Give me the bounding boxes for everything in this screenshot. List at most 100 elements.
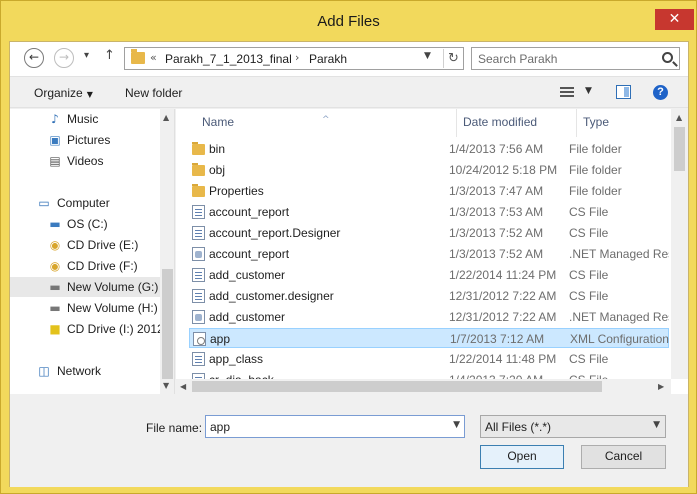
file-row[interactable]: Properties 1/3/2013 7:47 AM File folder [189, 181, 669, 201]
help-icon[interactable]: ? [653, 85, 668, 100]
address-dropdown-icon[interactable]: ▼ [424, 51, 431, 61]
scroll-thumb[interactable] [162, 269, 173, 379]
nav-item-new-volume-g[interactable]: ▬ New Volume (G:) [10, 277, 160, 297]
breadcrumb-item[interactable]: Parakh [309, 52, 347, 66]
file-row[interactable]: account_report.Designer 1/3/2013 7:52 AM C… [189, 223, 669, 243]
chevron-down-icon[interactable]: ▼ [453, 420, 460, 430]
nav-item-music[interactable]: ♪ Music [10, 109, 160, 129]
nav-item-cd-e[interactable]: ◉ CD Drive (E:) [10, 235, 160, 255]
open-button[interactable]: Open [480, 445, 564, 469]
file-type-select[interactable]: All Files (*.*) ▼ [480, 415, 666, 438]
cancel-button[interactable]: Cancel [581, 445, 666, 469]
organize-label: Organize [34, 86, 83, 100]
nav-item-label: Computer [57, 196, 110, 210]
type-cell: .NET Managed Resources File [569, 247, 669, 261]
organize-button[interactable]: Organize ▼ [34, 86, 93, 100]
search-icon[interactable] [662, 52, 673, 63]
file-name-cell: app_class [209, 352, 264, 366]
file-row[interactable]: bin 1/4/2013 7:56 AM File folder [189, 139, 669, 159]
preview-pane-icon[interactable] [616, 85, 631, 99]
file-row[interactable]: add_customer 12/31/2012 7:22 AM .NET Manag… [189, 307, 669, 327]
scroll-left-icon[interactable]: ◀ [180, 382, 186, 391]
change-view-icon[interactable] [560, 87, 574, 98]
file-name-cell: add_customer [209, 310, 286, 324]
nav-item-network[interactable]: ◫ Network [10, 361, 160, 381]
file-row[interactable]: app_class 1/22/2014 11:48 PM CS File [189, 349, 669, 369]
nav-item-label: CD Drive (I:) 2012 [67, 322, 164, 336]
type-cell: File folder [569, 142, 622, 156]
breadcrumb-separator[interactable]: › [295, 51, 299, 64]
view-options-icon[interactable]: ▼ [585, 86, 592, 96]
forward-button[interactable]: → [54, 48, 74, 68]
navigation-pane: ♪ Music ▣ Pictures ▤ Videos ▭ Computer ▬… [10, 109, 175, 394]
scroll-thumb[interactable] [674, 127, 685, 171]
cs-file-icon [192, 352, 205, 366]
file-name-label: File name: [146, 421, 203, 435]
breadcrumb-overflow[interactable]: « [150, 51, 157, 64]
file-name-cell: bin [209, 142, 226, 156]
type-cell: CS File [569, 226, 609, 240]
cs-file-icon [192, 226, 205, 240]
close-button[interactable]: ✕ [655, 9, 694, 30]
nav-item-cd-f[interactable]: ◉ CD Drive (F:) [10, 256, 160, 276]
column-divider[interactable] [456, 109, 457, 137]
chevron-down-icon: ▼ [653, 420, 660, 430]
nav-item-cd-i[interactable]: ■ CD Drive (I:) 2012 [10, 319, 163, 339]
date-modified-cell: 1/22/2014 11:48 PM [449, 352, 557, 366]
type-cell: File folder [569, 163, 622, 177]
file-list-horizontal-scrollbar[interactable]: ◀ ▶ [176, 379, 671, 394]
nav-item-videos[interactable]: ▤ Videos [10, 151, 160, 171]
nav-item-label: OS (C:) [67, 217, 108, 231]
file-name-input[interactable]: app ▼ [205, 415, 465, 438]
file-row[interactable]: add_customer 1/22/2014 11:24 PM CS File [189, 265, 669, 285]
file-row[interactable]: obj 10/24/2012 5:18 PM File folder [189, 160, 669, 180]
column-header-name[interactable]: Name [202, 115, 234, 129]
nav-item-label: New Volume (H:) [67, 301, 158, 315]
file-name-value: app [210, 420, 231, 434]
scroll-thumb[interactable] [192, 381, 602, 392]
file-row[interactable]: app 1/7/2013 7:12 AM XML Configuration Fil… [189, 328, 670, 348]
file-name-cell: account_report [209, 247, 290, 261]
caret-down-icon: ▼ [86, 90, 93, 99]
nav-item-new-volume-h[interactable]: ▬ New Volume (H:) [10, 298, 160, 318]
address-row: ← → ▾ ↑ « Parakh_7_1_2013_final › Parakh… [10, 42, 688, 76]
file-row[interactable]: account_report 1/3/2013 7:53 AM CS File [189, 202, 669, 222]
address-bar[interactable]: « Parakh_7_1_2013_final › Parakh ▼ ↻ [124, 47, 464, 70]
date-modified-cell: 1/3/2013 7:47 AM [449, 184, 544, 198]
network-icon: ◫ [38, 364, 50, 378]
scroll-up-icon[interactable]: ▲ [163, 113, 169, 122]
search-input[interactable]: Search Parakh [471, 47, 680, 70]
file-name-area: File name: app ▼ All Files (*.*) ▼ Open … [10, 394, 688, 487]
file-row[interactable]: account_report 1/3/2013 7:52 AM .NET Manag… [189, 244, 669, 264]
file-name-cell: account_report [209, 205, 290, 219]
file-list-vertical-scrollbar[interactable]: ▲ [671, 109, 688, 379]
column-header-date[interactable]: Date modified [463, 115, 537, 129]
navigation-scrollbar[interactable]: ▲ ▼ [160, 109, 174, 394]
file-row[interactable]: add_customer.designer 12/31/2012 7:22 AM C… [189, 286, 669, 306]
new-folder-button[interactable]: New folder [125, 86, 182, 100]
refresh-icon[interactable]: ↻ [443, 49, 463, 68]
cs-file-icon [192, 289, 205, 303]
up-button[interactable]: ↑ [104, 48, 115, 63]
music-icon: ♪ [51, 112, 59, 126]
date-modified-cell: 1/3/2013 7:52 AM [449, 247, 544, 261]
nav-item-os-c[interactable]: ▬ OS (C:) [10, 214, 160, 234]
file-list: Name ^ Date modified Type bin 1/4/2013 7:… [176, 109, 688, 394]
scroll-down-icon[interactable]: ▼ [163, 381, 169, 390]
date-modified-cell: 1/3/2013 7:53 AM [449, 205, 544, 219]
breadcrumb-item[interactable]: Parakh_7_1_2013_final [165, 52, 292, 66]
nav-item-computer[interactable]: ▭ Computer [10, 193, 160, 213]
type-cell: XML Configuration File [570, 332, 670, 346]
type-cell: CS File [569, 268, 609, 282]
title-bar[interactable]: Add Files ✕ [1, 1, 696, 41]
back-button[interactable]: ← [24, 48, 44, 68]
videos-icon: ▤ [49, 154, 61, 168]
drive-icon: ▬ [49, 217, 61, 231]
nav-item-pictures[interactable]: ▣ Pictures [10, 130, 160, 150]
date-modified-cell: 1/7/2013 7:12 AM [450, 332, 545, 346]
column-divider[interactable] [576, 109, 577, 137]
column-header-type[interactable]: Type [583, 115, 609, 129]
recent-locations-button[interactable]: ▾ [84, 50, 89, 61]
scroll-right-icon[interactable]: ▶ [658, 382, 664, 391]
scroll-up-icon[interactable]: ▲ [676, 113, 682, 122]
